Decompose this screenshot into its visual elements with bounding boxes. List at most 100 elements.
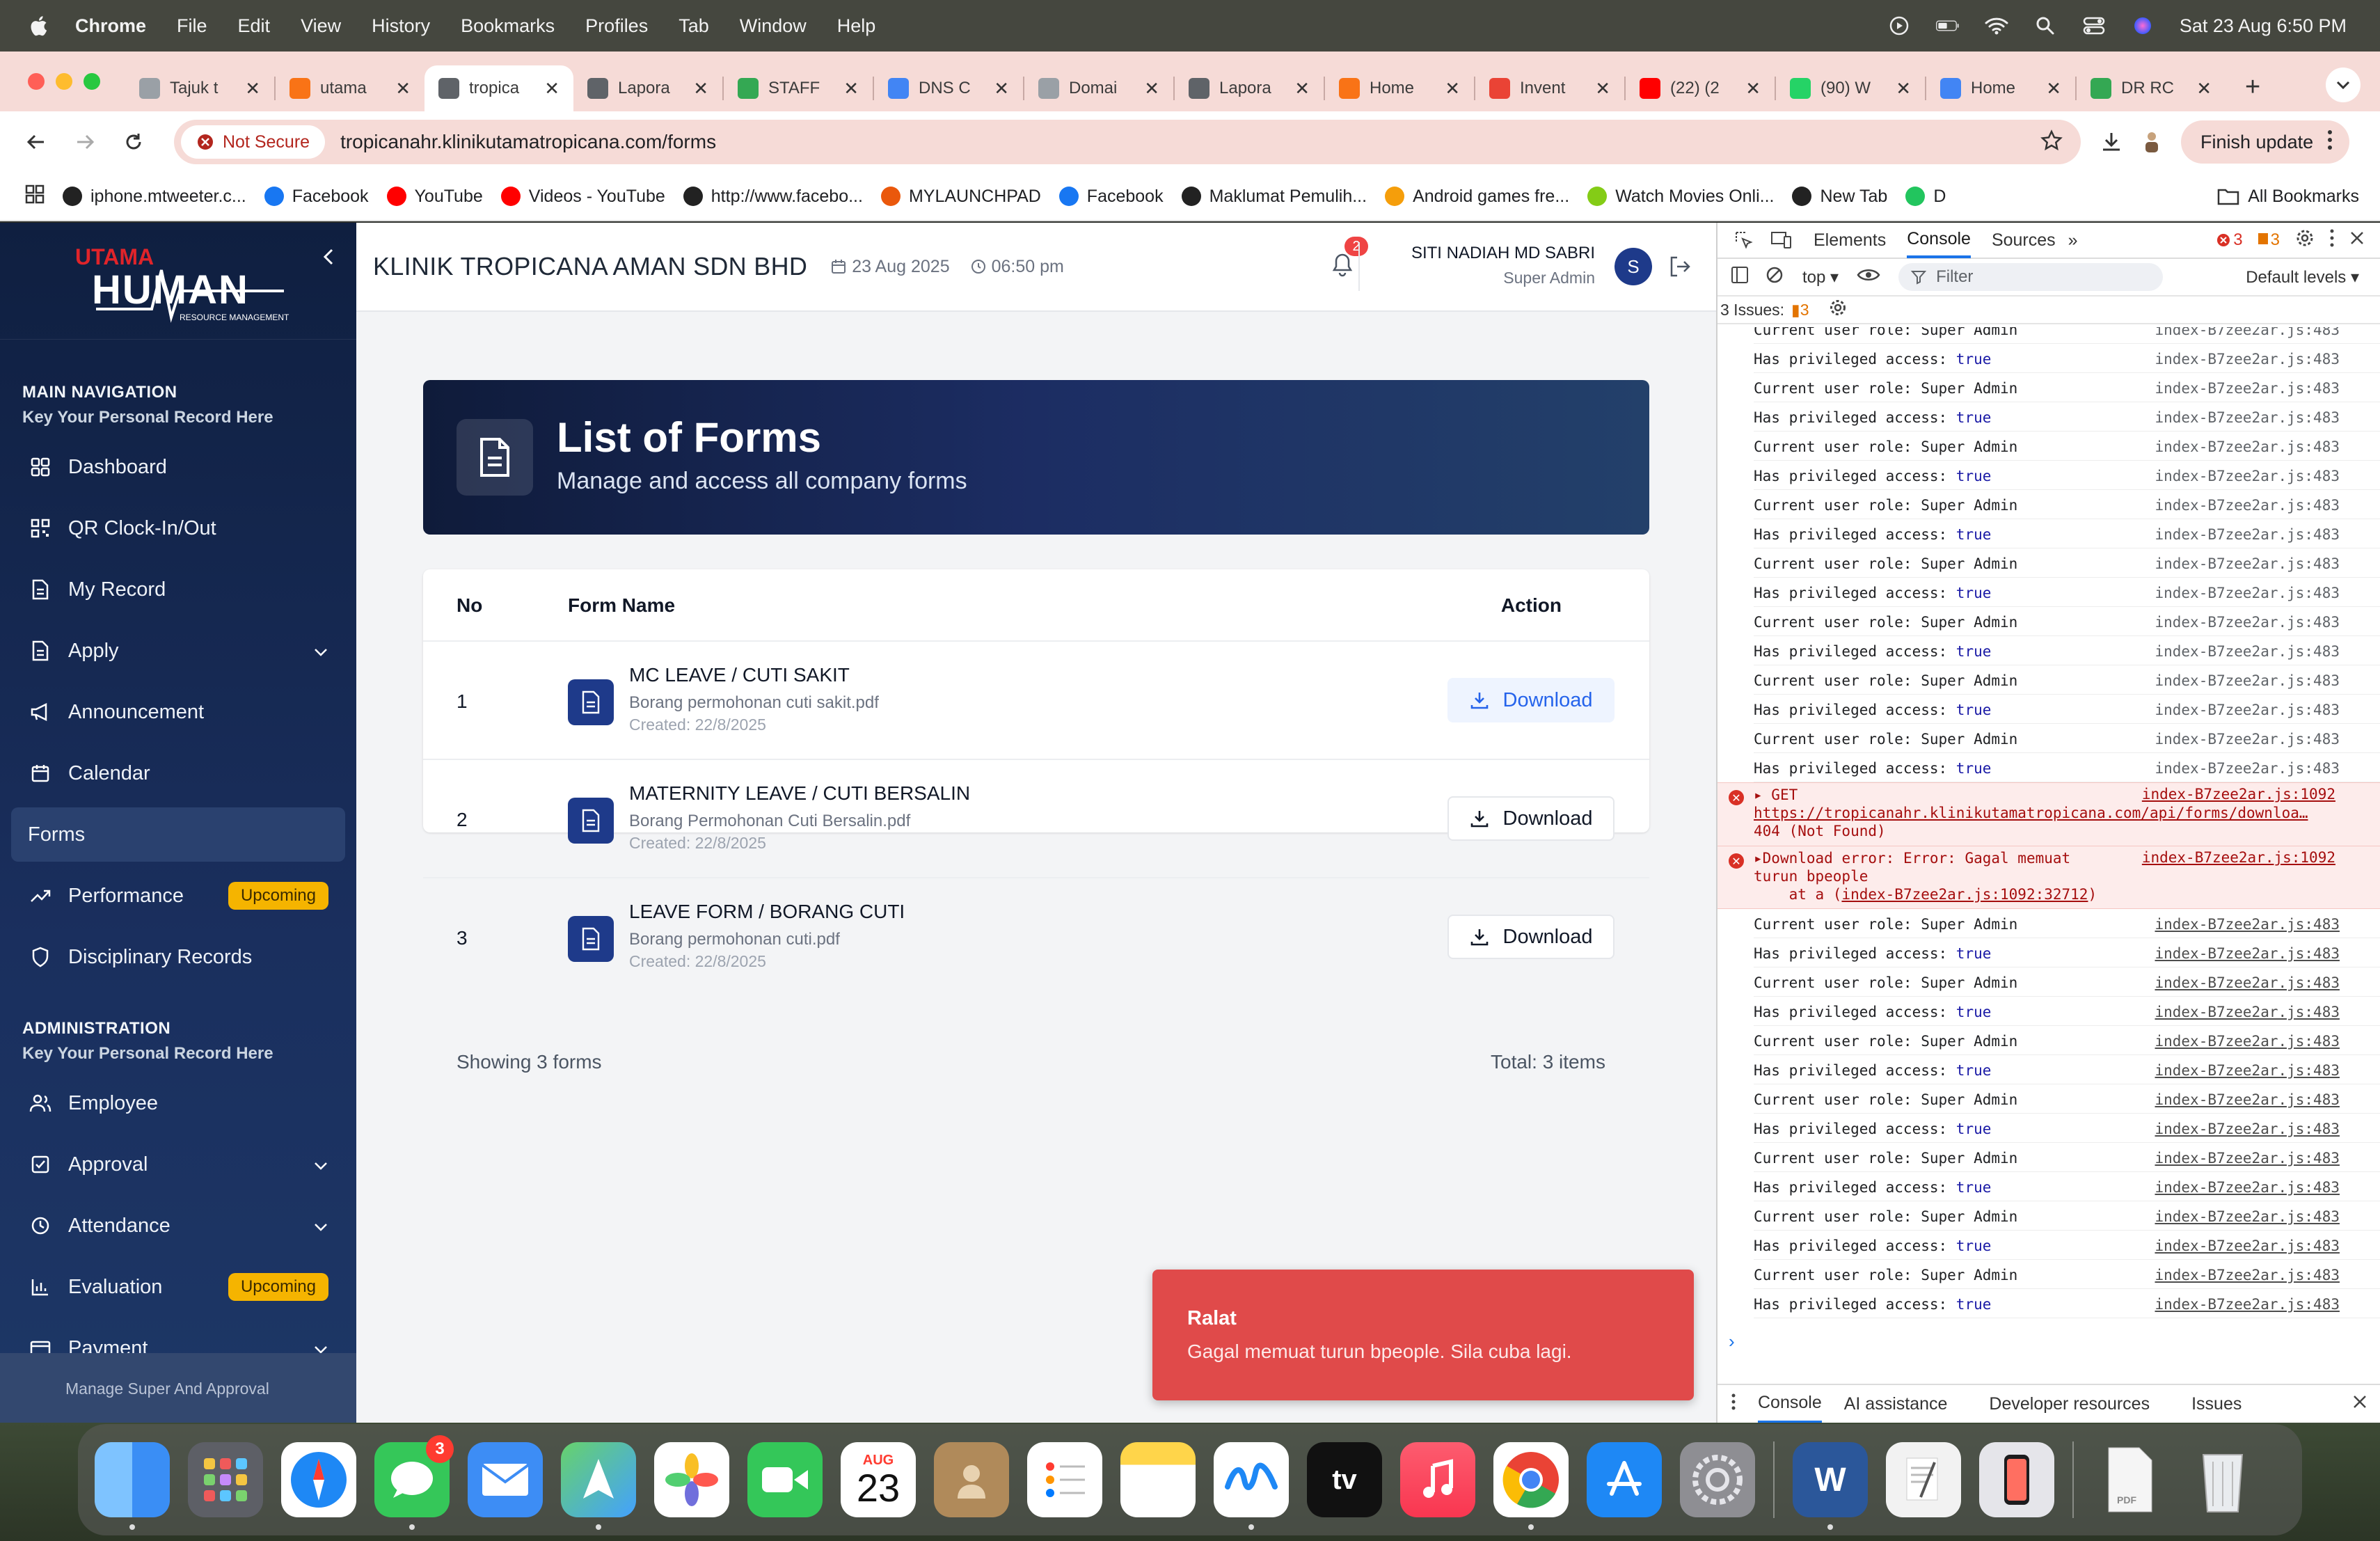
log-source-link[interactable]: index-B7zee2ar.js:483 [2155,555,2340,572]
inspect-element-icon[interactable] [1734,222,1754,258]
log-source-link[interactable]: index-B7zee2ar.js:483 [2155,1208,2340,1225]
bookmark-item[interactable]: Android games fre... [1385,187,1569,207]
log-source-link[interactable]: index-B7zee2ar.js:483 [2155,702,2340,718]
log-source-link[interactable]: index-B7zee2ar.js:483 [2155,409,2340,426]
menubar-app-name[interactable]: Chrome [75,15,146,37]
microsoft-word-icon[interactable]: W [1793,1442,1868,1530]
nav-dashboard[interactable]: Dashboard [11,440,345,494]
log-source-link[interactable]: index-B7zee2ar.js:483 [2155,760,2340,777]
battery-icon[interactable] [1935,14,1960,38]
finder-icon[interactable] [95,1442,170,1530]
url-text[interactable]: tropicanahr.klinikutamatropicana.com/for… [340,131,716,153]
browser-tab[interactable]: Domai ✕ [1024,65,1173,111]
music-icon[interactable] [1400,1442,1475,1517]
download-button[interactable]: Download [1447,796,1615,841]
tab-search-button[interactable] [2326,68,2361,102]
clear-console-icon[interactable] [1765,265,1784,290]
system-settings-icon[interactable] [1680,1442,1755,1517]
close-tab-icon[interactable]: ✕ [544,78,560,100]
log-source-link[interactable]: index-B7zee2ar.js:483 [2155,327,2340,338]
reload-button[interactable] [121,129,146,155]
close-tab-icon[interactable]: ✕ [693,78,708,100]
bookmark-item[interactable]: New Tab [1792,187,1887,207]
issues-bar[interactable]: 3 Issues: ▮3 [1717,297,2380,324]
console-filter-input[interactable]: Filter [1898,263,2164,291]
bookmark-item[interactable]: YouTube [386,187,483,207]
browser-tab[interactable]: (90) W ✕ [1776,65,1925,111]
more-tabs-icon[interactable]: » [2068,222,2078,258]
log-source-link[interactable]: index-B7zee2ar.js:483 [2155,614,2340,631]
freeform-icon[interactable] [1214,1442,1289,1530]
close-tab-icon[interactable]: ✕ [843,78,859,100]
log-source-link[interactable]: index-B7zee2ar.js:483 [2155,351,2340,368]
iphone-mirroring-icon[interactable] [1979,1442,2054,1517]
avatar[interactable]: S [1615,248,1652,285]
settings-gear-icon[interactable] [2295,228,2315,253]
menu-file[interactable]: File [177,15,207,37]
browser-tab[interactable]: DR RC ✕ [2077,65,2226,111]
error-count[interactable]: 3 [2216,230,2243,250]
finish-update-button[interactable]: Finish update [2181,120,2350,164]
zoom-window-button[interactable] [84,73,100,90]
close-tab-icon[interactable]: ✕ [245,78,260,100]
error-request-url[interactable]: https://tropicanahr.klinikutamatropicana… [1754,804,2380,822]
nav-employee[interactable]: Employee [11,1076,345,1130]
nav-apply[interactable]: Apply [11,624,345,678]
log-source-link[interactable]: index-B7zee2ar.js:483 [2155,672,2340,689]
launchpad-icon[interactable] [188,1442,263,1517]
close-devtools-icon[interactable] [2349,230,2365,251]
log-source-link[interactable]: index-B7zee2ar.js:483 [2155,1150,2340,1167]
drawer-tab-issues[interactable]: Issues [2191,1394,2242,1414]
sidebar-toggle-icon[interactable] [1730,265,1750,290]
menu-view[interactable]: View [301,15,341,37]
logout-icon[interactable] [1667,255,1691,282]
nav-evaluation[interactable]: Evaluation Upcoming [11,1260,345,1314]
console-prompt[interactable]: › [1729,1331,1735,1352]
bookmark-item[interactable]: http://www.facebo... [683,187,863,207]
log-source-link[interactable]: index-B7zee2ar.js:483 [2155,1033,2340,1050]
browser-tab[interactable]: Lapora ✕ [573,65,722,111]
trash-icon[interactable] [2185,1442,2260,1517]
close-drawer-icon[interactable] [2352,1394,2367,1414]
user-info[interactable]: SITI NADIAH MD SABRI Super Admin [1411,244,1595,287]
nav-approval[interactable]: Approval [11,1137,345,1192]
apple-icon[interactable] [28,14,49,38]
notes-icon[interactable] [1120,1442,1196,1517]
siri-icon[interactable] [2131,14,2155,38]
downloads-icon[interactable] [2099,129,2124,155]
not-secure-chip[interactable]: Not Secure [181,125,326,159]
menu-profiles[interactable]: Profiles [585,15,648,37]
drawer-tab-developer-resources[interactable]: Developer resources [1989,1394,2150,1414]
spotlight-search-icon[interactable] [2033,14,2057,38]
reminders-icon[interactable] [1027,1442,1102,1517]
close-tab-icon[interactable]: ✕ [1896,78,1911,100]
warning-count[interactable]: 3 [2258,230,2280,250]
menu-help[interactable]: Help [837,15,876,37]
live-expression-eye-icon[interactable] [1857,267,1880,287]
nav-announcement[interactable]: Announcement [11,685,345,739]
download-button[interactable]: Download [1447,678,1615,722]
calendar-app-icon[interactable]: AUG 23 [841,1442,916,1517]
pdf-document-icon[interactable]: PDF [2092,1442,2167,1517]
minimize-window-button[interactable] [56,73,72,90]
mail-icon[interactable] [468,1442,543,1517]
log-source-link[interactable]: index-B7zee2ar.js:483 [2155,497,2340,514]
close-tab-icon[interactable]: ✕ [1595,78,1610,100]
browser-tab[interactable]: tropica ✕ [425,65,573,111]
log-source-link[interactable]: index-B7zee2ar.js:483 [2155,1267,2340,1283]
maps-icon[interactable] [561,1442,636,1530]
notification-bell-icon[interactable] [1331,252,1354,280]
browser-tab[interactable]: DNS C ✕ [874,65,1023,111]
address-bar[interactable]: Not Secure tropicanahr.klinikutamatropic… [174,120,2081,164]
browser-tab[interactable]: utama ✕ [276,65,425,111]
close-tab-icon[interactable]: ✕ [1294,78,1310,100]
log-source-link[interactable]: index-B7zee2ar.js:483 [2155,1091,2340,1108]
context-selector[interactable]: top ▾ [1802,267,1839,287]
log-source-link[interactable]: index-B7zee2ar.js:483 [2155,643,2340,660]
nav-calendar[interactable]: Calendar [11,746,345,800]
log-source-link[interactable]: index-B7zee2ar.js:483 [2155,585,2340,601]
log-source-link[interactable]: index-B7zee2ar.js:483 [2155,974,2340,991]
nav-forms[interactable]: Forms [11,807,345,862]
log-source-link[interactable]: index-B7zee2ar.js:483 [2155,438,2340,455]
browser-tab[interactable]: Invent ✕ [1475,65,1624,111]
